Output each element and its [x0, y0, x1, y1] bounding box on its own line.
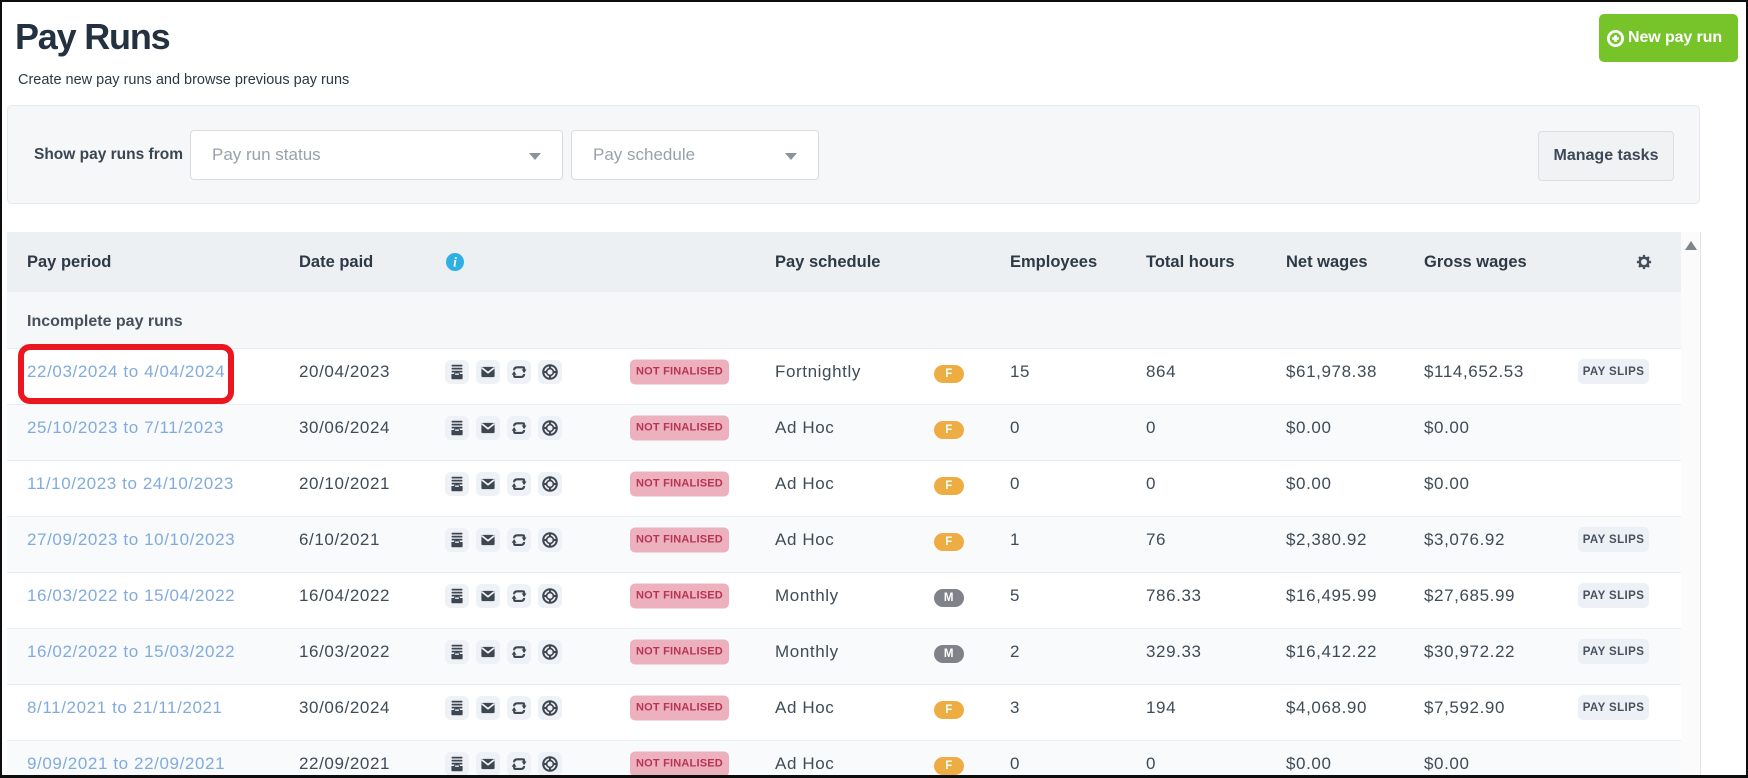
svg-text:i: i — [453, 255, 457, 270]
